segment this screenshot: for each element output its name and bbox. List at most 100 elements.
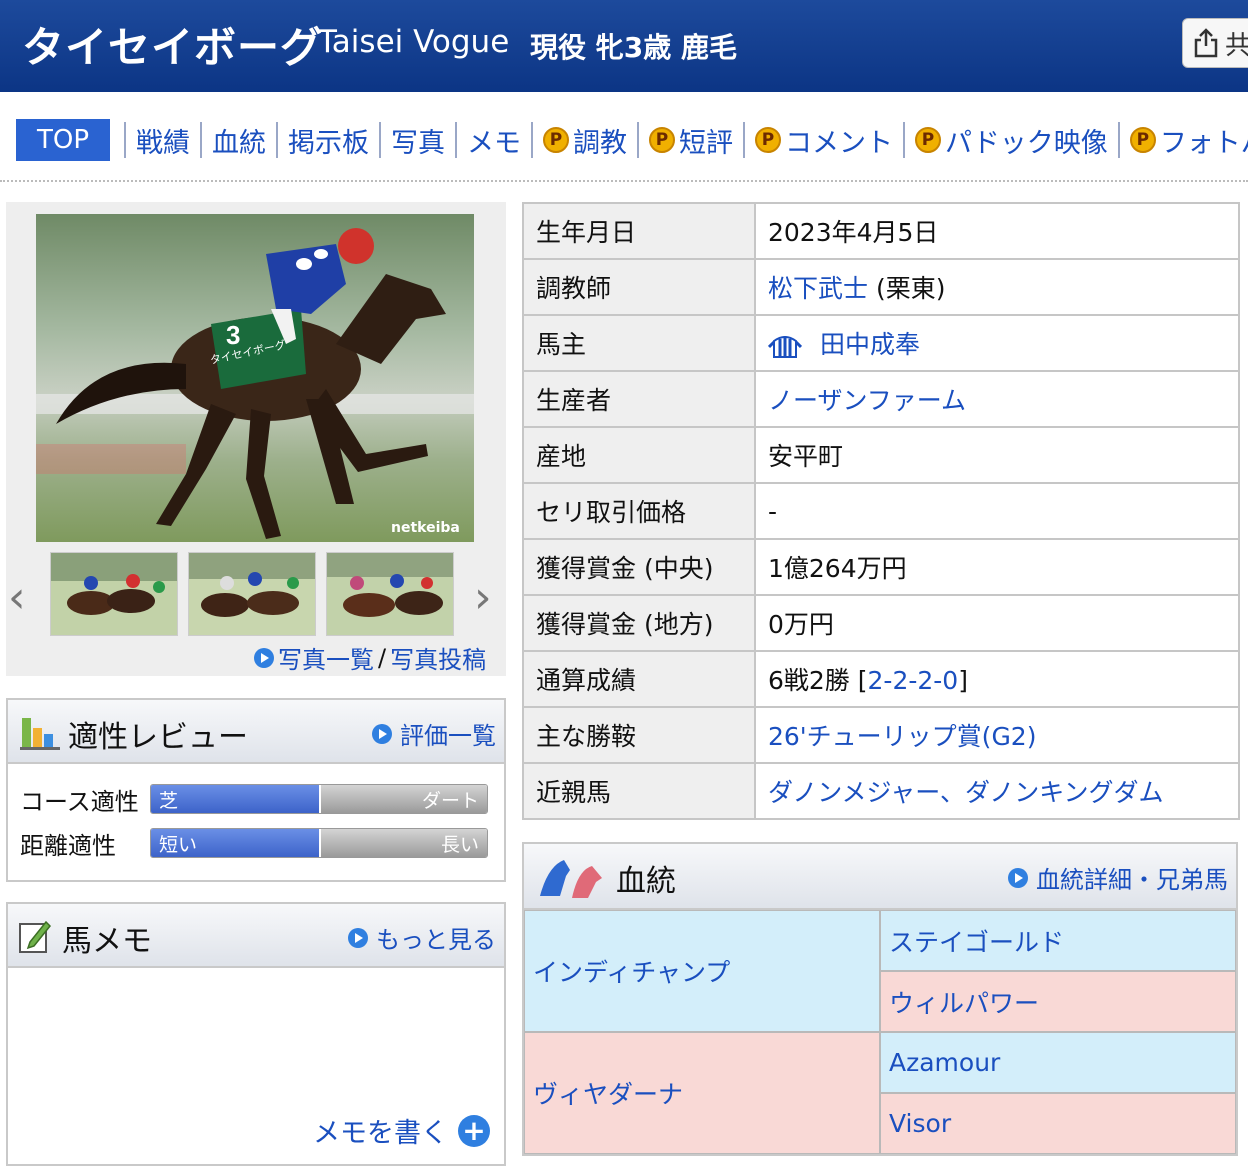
relatives-label: 近親馬 (522, 762, 756, 820)
horse-memo-header: 馬メモ もっと見る (8, 904, 504, 968)
dam-sire-cell[interactable]: Azamour (880, 1032, 1236, 1093)
premium-icon: P (1129, 127, 1156, 153)
share-button[interactable]: 共 (1182, 18, 1248, 68)
pedigree-title: 血統 (616, 864, 676, 899)
tab-label: 血統 (212, 127, 266, 159)
tab-results[interactable]: 戦績 (124, 122, 200, 159)
tab-short-review[interactable]: P 短評 (637, 122, 743, 159)
birthplace-value: 安平町 (754, 426, 1240, 484)
aptitude-review-header: 適性レビュー 評価一覧 (8, 700, 504, 764)
pedigree-header: 血統 血統詳細・兄弟馬 (524, 844, 1236, 910)
horse-memo-title: 馬メモ (62, 924, 152, 959)
tab-label: パドック映像 (945, 127, 1108, 159)
pedigree-detail-label: 血統詳細・兄弟馬 (1036, 866, 1228, 894)
owner-cell: 田中成奉 (754, 314, 1240, 372)
trainer-cell: 松下武士 (栗東) (754, 258, 1240, 316)
auction-price-value: - (754, 482, 1240, 540)
major-wins-cell: 26'チューリップ賞(G2) (754, 706, 1240, 764)
tab-pedigree[interactable]: 血統 (200, 122, 276, 159)
memo-pencil-icon (19, 920, 52, 953)
horse-header: タイセイボーグ Taisei Vogue 現役 牝3歳 鹿毛 共 (0, 0, 1248, 92)
pedigree-detail-link[interactable]: 血統詳細・兄弟馬 (1008, 860, 1228, 895)
rating-list-link[interactable]: 評価一覧 (372, 716, 496, 751)
turf-segment: 芝 (151, 785, 319, 813)
record-link[interactable]: 2-2-2-0 (868, 666, 959, 695)
premium-icon: P (755, 127, 781, 153)
table-row: 調教師 松下武士 (栗東) (522, 258, 1240, 316)
photo-panel: 3 タイセイボーグ netkeiba ‹ › 写真一覧 / 写真投稿 (6, 202, 506, 676)
sire-sire-cell[interactable]: ステイゴールド (880, 910, 1236, 971)
memo-more-link[interactable]: もっと見る (348, 920, 496, 955)
racing-horse-image: 3 タイセイボーグ netkeiba (36, 214, 474, 542)
distance-aptitude-bar: 短い 長い (150, 828, 488, 858)
tab-top[interactable]: TOP (16, 119, 110, 161)
main-horse-photo[interactable]: 3 タイセイボーグ netkeiba (36, 214, 474, 542)
earnings-central-label: 獲得賞金 (中央) (522, 538, 756, 596)
horse-profile-table: 生年月日 2023年4月5日 調教師 松下武士 (栗東) 馬主 田中成奉 生産者… (522, 202, 1240, 820)
sire-cell[interactable]: インディチャンプ (524, 910, 880, 1032)
write-memo-button[interactable]: メモを書く + (313, 1111, 490, 1150)
tab-memo[interactable]: メモ (455, 122, 531, 159)
sire-dam-cell[interactable]: ウィルパワー (880, 971, 1236, 1032)
table-row: 通算成績 6戦2勝 [2-2-2-0] (522, 650, 1240, 708)
tab-comment[interactable]: P コメント (743, 122, 903, 159)
table-row: セリ取引価格 - (522, 482, 1240, 540)
record-cell: 6戦2勝 [2-2-2-0] (754, 650, 1240, 708)
trainer-link[interactable]: 松下武士 (768, 274, 868, 303)
tab-label: 調教 (573, 127, 627, 159)
course-aptitude-bar: 芝 ダート (150, 784, 488, 814)
photo-thumbnail[interactable] (50, 552, 178, 636)
photo-watermark: netkeiba (391, 520, 460, 536)
premium-icon: P (649, 127, 675, 153)
arrow-bullet-icon (348, 927, 368, 948)
course-aptitude-label: コース適性 (20, 787, 139, 816)
major-wins-label: 主な勝鞍 (522, 706, 756, 764)
link-separator: / (378, 643, 387, 672)
birthplace-label: 産地 (522, 426, 756, 484)
bar-chart-icon (20, 718, 60, 750)
record-label: 通算成績 (522, 650, 756, 708)
tab-photo-paddock[interactable]: Pフォトパ (1117, 122, 1248, 159)
earnings-local-value: 0万円 (754, 594, 1240, 652)
tab-training[interactable]: P 調教 (531, 122, 637, 159)
share-icon (1194, 28, 1218, 58)
photo-thumbnail[interactable] (188, 552, 316, 636)
tab-bbs[interactable]: 掲示板 (276, 122, 379, 159)
photo-links: 写真一覧 / 写真投稿 (254, 640, 486, 675)
prev-photo-arrow[interactable]: ‹ (8, 572, 26, 623)
owner-label: 馬主 (522, 314, 756, 372)
horse-name-jp: タイセイボーグ (22, 23, 324, 72)
aptitude-review-title: 適性レビュー (68, 720, 248, 755)
record-text: 6戦2勝 [ (768, 666, 868, 695)
photo-post-link[interactable]: 写真投稿 (390, 640, 486, 675)
tab-label: 写真 (391, 127, 445, 159)
relatives-link[interactable]: ダノンメジャー、ダノンキングダム (768, 778, 1164, 807)
tab-label: 戦績 (136, 127, 190, 159)
dam-cell[interactable]: ヴィヤダーナ (524, 1032, 880, 1154)
next-photo-arrow[interactable]: › (474, 572, 492, 623)
saddle-number: 3 (226, 320, 240, 350)
tab-label: 掲示板 (288, 127, 369, 159)
short-segment: 短い (151, 829, 319, 857)
premium-icon: P (915, 127, 941, 153)
rating-list-label: 評価一覧 (400, 722, 496, 750)
photo-list-link[interactable]: 写真一覧 (278, 640, 374, 675)
auction-price-label: セリ取引価格 (522, 482, 756, 540)
owner-link[interactable]: 田中成奉 (820, 330, 920, 359)
horse-memo-box: 馬メモ もっと見る メモを書く + (6, 902, 506, 1166)
tabs-divider (0, 180, 1248, 182)
tab-photos[interactable]: 写真 (379, 122, 455, 159)
trainer-stable: (栗東) (875, 274, 946, 303)
horse-heads-icon (540, 860, 602, 898)
breeder-link[interactable]: ノーザンファーム (768, 386, 966, 415)
dam-dam-cell[interactable]: Visor (880, 1093, 1236, 1154)
tab-label: フォトパ (1159, 127, 1248, 159)
table-row: 獲得賞金 (中央) 1億264万円 (522, 538, 1240, 596)
photo-thumbnail[interactable] (326, 552, 454, 636)
distance-aptitude-row: 距離適性 短い 長い (20, 826, 488, 860)
major-win-link[interactable]: 26'チューリップ賞(G2) (768, 722, 1036, 751)
tab-paddock-video[interactable]: P パドック映像 (903, 122, 1118, 159)
table-row: 生産者 ノーザンファーム (522, 370, 1240, 428)
breeder-cell: ノーザンファーム (754, 370, 1240, 428)
tab-label: コメント (785, 127, 893, 159)
